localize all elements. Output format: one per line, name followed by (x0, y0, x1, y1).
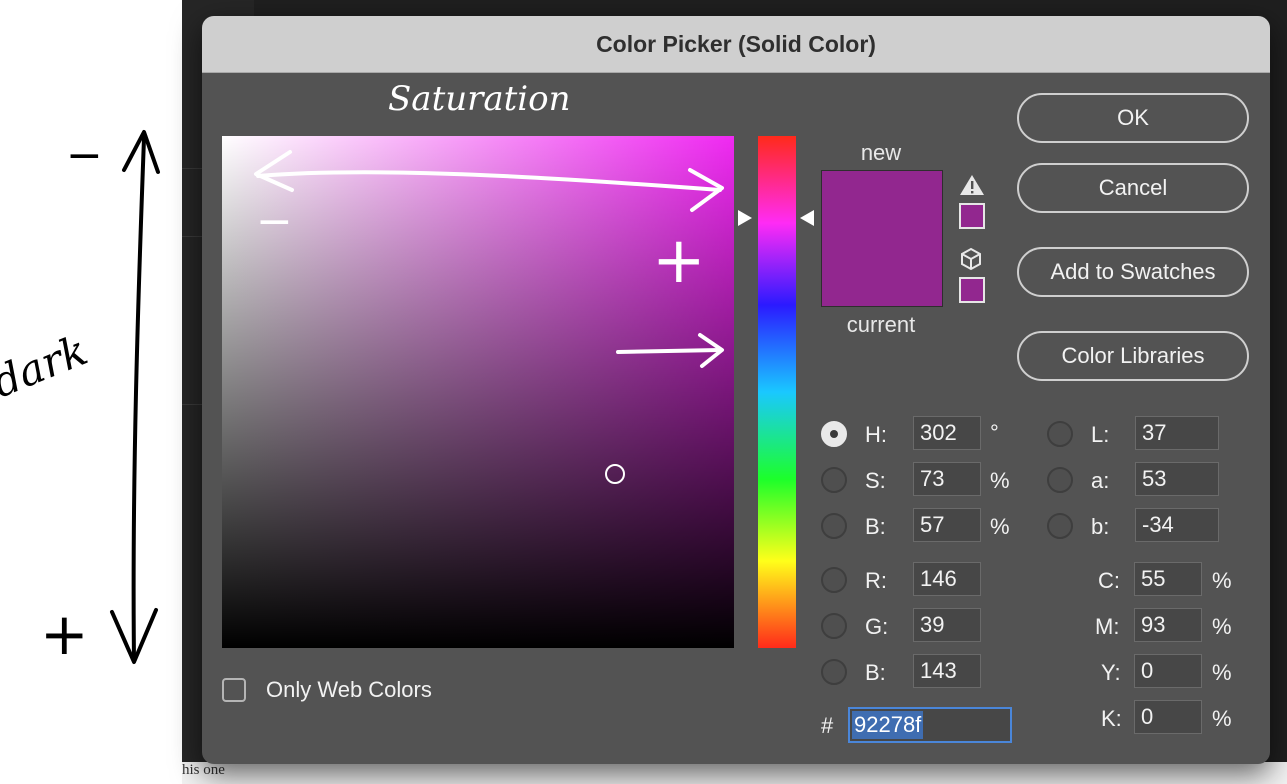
left-margin (0, 0, 182, 784)
new-label: new (860, 140, 902, 165)
gamut-warning-swatch[interactable] (959, 203, 985, 229)
h-radio[interactable] (821, 421, 847, 447)
b-hsb-unit: % (990, 514, 1010, 539)
g-radio[interactable] (821, 613, 847, 639)
y-label: Y: (1101, 660, 1121, 685)
current-color-swatch[interactable] (821, 238, 943, 307)
m-input[interactable]: 93 (1134, 608, 1202, 642)
b-rgb-radio[interactable] (821, 659, 847, 685)
l-input[interactable]: 37 (1135, 416, 1219, 450)
background-text: his one (182, 762, 225, 778)
web-safe-swatch[interactable] (959, 277, 985, 303)
c-unit: % (1212, 568, 1232, 593)
b-hsb-input[interactable]: 57 (913, 508, 981, 542)
b-lab-input[interactable]: -34 (1135, 508, 1219, 542)
color-field-marker[interactable] (605, 464, 625, 484)
cancel-button[interactable]: Cancel (1017, 163, 1249, 213)
warning-triangle-icon[interactable] (959, 174, 985, 196)
b-rgb-label: B: (865, 660, 886, 685)
b-lab-radio[interactable] (1047, 513, 1073, 539)
l-radio[interactable] (1047, 421, 1073, 447)
s-label: S: (865, 468, 886, 493)
c-label: C: (1098, 568, 1120, 593)
color-picker-dialog: Color Picker (Solid Color) new current O… (202, 16, 1270, 764)
r-input[interactable]: 146 (913, 562, 981, 596)
only-web-colors-checkbox[interactable] (222, 678, 246, 702)
hue-slider-handle-left[interactable] (738, 210, 752, 226)
b-rgb-input[interactable]: 143 (913, 654, 981, 688)
current-label: current (846, 312, 916, 337)
m-label: M: (1095, 614, 1120, 639)
hue-slider-handle-right[interactable] (800, 210, 814, 226)
s-radio[interactable] (821, 467, 847, 493)
y-unit: % (1212, 660, 1232, 685)
a-label: a: (1091, 468, 1110, 493)
r-radio[interactable] (821, 567, 847, 593)
b-hsb-radio[interactable] (821, 513, 847, 539)
dialog-title: Color Picker (Solid Color) (596, 31, 876, 57)
y-input[interactable]: 0 (1134, 654, 1202, 688)
a-input[interactable]: 53 (1135, 462, 1219, 496)
g-label: G: (865, 614, 889, 639)
g-input[interactable]: 39 (913, 608, 981, 642)
s-input[interactable]: 73 (913, 462, 981, 496)
new-color-swatch (821, 170, 943, 239)
k-label: K: (1101, 706, 1122, 731)
hex-symbol: # (821, 713, 834, 738)
hue-slider[interactable] (758, 136, 796, 648)
b-lab-label: b: (1091, 514, 1110, 539)
h-unit: ° (990, 420, 999, 445)
ok-button[interactable]: OK (1017, 93, 1249, 143)
c-input[interactable]: 55 (1134, 562, 1202, 596)
l-label: L: (1091, 422, 1110, 447)
title-bar[interactable]: Color Picker (Solid Color) (202, 16, 1270, 73)
k-unit: % (1212, 706, 1232, 731)
m-unit: % (1212, 614, 1232, 639)
only-web-colors-label[interactable]: Only Web Colors (266, 677, 432, 703)
background-document (182, 762, 1287, 784)
s-unit: % (990, 468, 1010, 493)
add-to-swatches-button[interactable]: Add to Swatches (1017, 247, 1249, 297)
color-field[interactable] (222, 136, 734, 648)
k-input[interactable]: 0 (1134, 700, 1202, 734)
hex-input[interactable]: 92278f (848, 707, 1012, 743)
r-label: R: (865, 568, 887, 593)
a-radio[interactable] (1047, 467, 1073, 493)
b-hsb-label: B: (865, 514, 886, 539)
cube-icon[interactable] (959, 247, 983, 271)
color-libraries-button[interactable]: Color Libraries (1017, 331, 1249, 381)
h-input[interactable]: 302 (913, 416, 981, 450)
hex-value: 92278f (852, 711, 924, 739)
h-label: H: (865, 422, 887, 447)
